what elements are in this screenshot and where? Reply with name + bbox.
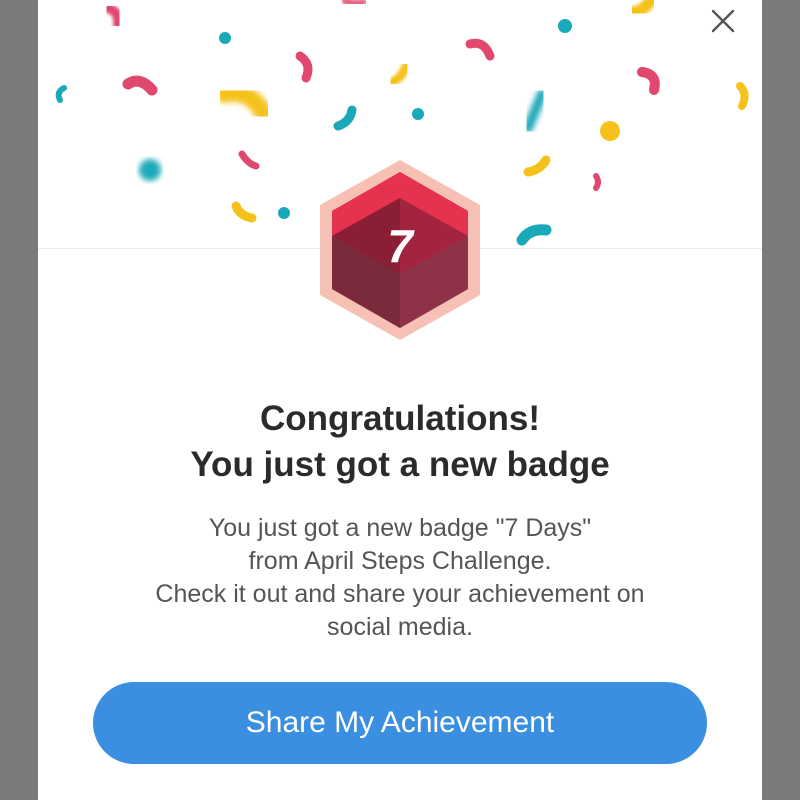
title-line-2: You just got a new badge — [190, 445, 610, 484]
close-button[interactable] — [708, 6, 738, 36]
description-line-2: from April Steps Challenge. — [248, 547, 552, 575]
hexagon-badge-icon: 7 — [320, 160, 480, 340]
modal-title: Congratulations! You just got a new badg… — [38, 396, 762, 488]
modal-description: You just got a new badge "7 Days" from A… — [78, 512, 722, 644]
close-icon — [711, 9, 735, 33]
share-achievement-button[interactable]: Share My Achievement — [93, 682, 707, 764]
description-line-3: Check it out and share your achievement … — [155, 580, 645, 608]
title-line-1: Congratulations! — [260, 399, 540, 438]
description-line-4: social media. — [327, 613, 473, 641]
achievement-modal: 7 Congratulations! You just got a new ba… — [38, 0, 762, 800]
description-line-1: You just got a new badge "7 Days" — [208, 514, 592, 542]
badge-number: 7 — [387, 220, 415, 272]
